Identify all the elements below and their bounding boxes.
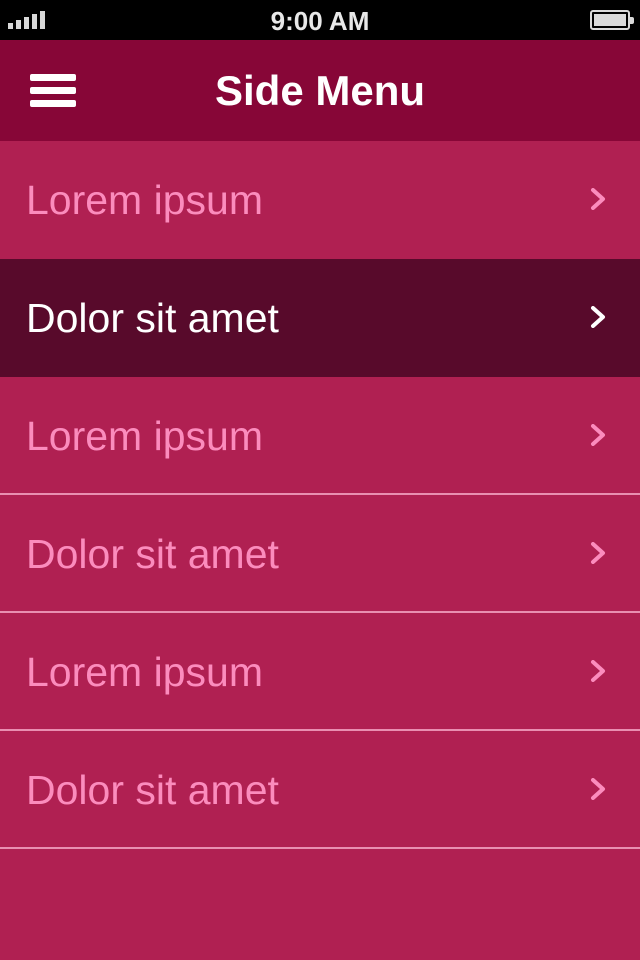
battery-icon [590,10,634,30]
chevron-right-icon [588,542,610,564]
menu-item-label: Dolor sit amet [26,531,279,577]
chevron-right-icon [588,660,610,682]
menu-item-label: Dolor sit amet [26,295,279,341]
menu-item-6[interactable]: Dolor sit amet [0,731,640,849]
menu-item-label: Lorem ipsum [26,413,263,459]
header-bar: Side Menu [0,40,640,141]
chevron-right-icon [588,188,610,210]
side-menu: Lorem ipsum Dolor sit amet Lorem ipsum D… [0,141,640,849]
menu-item-label: Lorem ipsum [26,177,263,223]
chevron-right-icon [588,424,610,446]
menu-item-4[interactable]: Dolor sit amet [0,495,640,613]
chevron-right-icon [588,306,610,328]
menu-item-2[interactable]: Dolor sit amet [0,259,640,377]
menu-item-label: Dolor sit amet [26,767,279,813]
chevron-right-icon [588,778,610,800]
page-title: Side Menu [214,67,426,114]
menu-item-1[interactable]: Lorem ipsum [0,141,640,259]
menu-item-3[interactable]: Lorem ipsum [0,377,640,495]
status-time: 9:00 AM [270,6,370,36]
menu-item-label: Lorem ipsum [26,649,263,695]
menu-item-5[interactable]: Lorem ipsum [0,613,640,731]
status-bar: 9:00 AM [0,0,640,40]
